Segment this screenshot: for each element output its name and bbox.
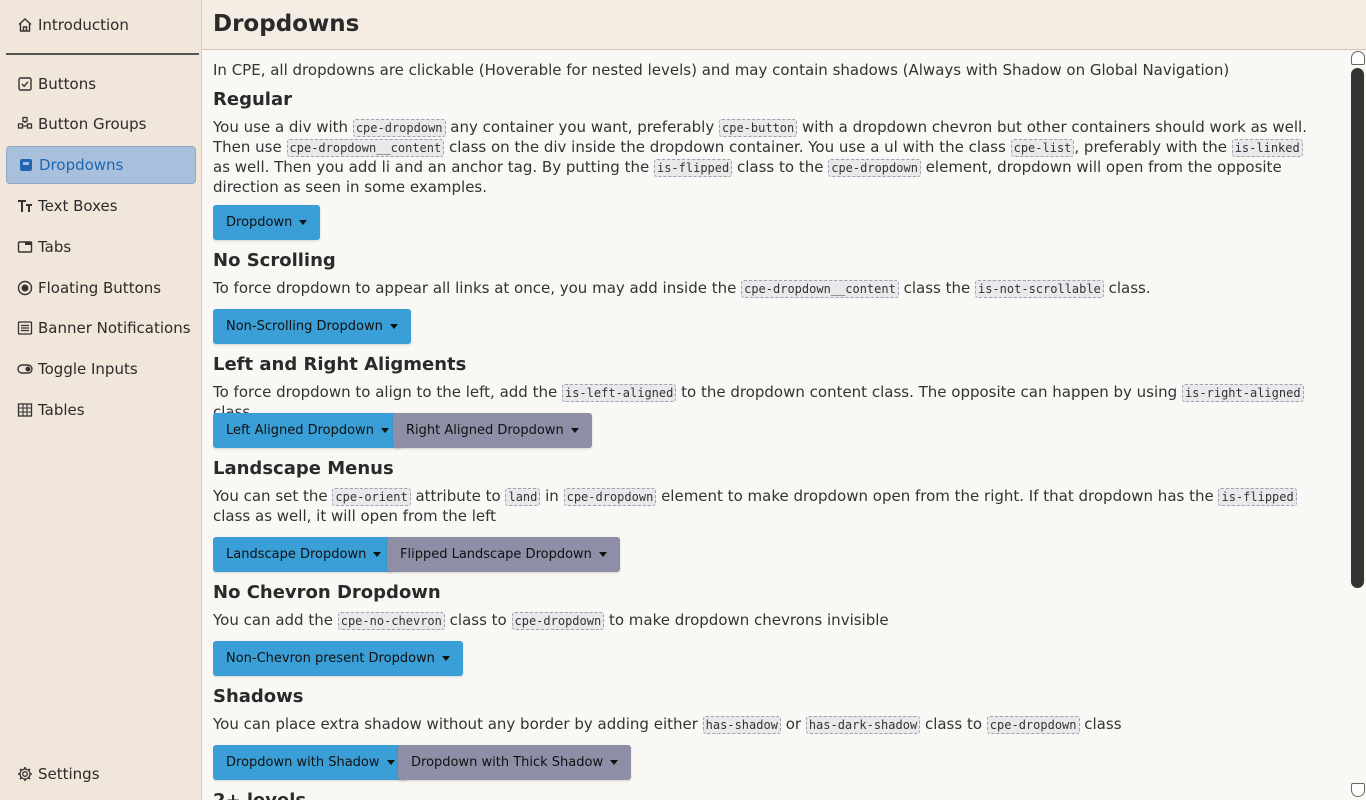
radio-icon: [16, 279, 34, 297]
chevron-down-icon: [373, 552, 382, 557]
home-icon: [16, 16, 34, 34]
dropdown-button[interactable]: Dropdown: [213, 205, 321, 240]
non-chevron-dropdown-button[interactable]: Non-Chevron present Dropdown: [213, 641, 463, 676]
landscape-description: You can set the cpe-orient attribute to …: [213, 487, 1323, 526]
sidebar-item-tables[interactable]: Tables: [6, 391, 196, 429]
table-icon: [16, 401, 34, 419]
chevron-down-icon: [610, 760, 619, 765]
chevron-down-icon: [441, 656, 450, 661]
sidebar-divider: [6, 53, 199, 55]
sidebar-item-label: Settings: [38, 765, 100, 783]
sidebar-item-label: Dropdowns: [39, 156, 124, 174]
sidebar-item-label: Buttons: [38, 75, 97, 93]
sidebar-item-label: Button Groups: [38, 115, 147, 133]
landscape-dropdown-button[interactable]: Landscape Dropdown: [213, 537, 395, 572]
sidebar-item-tabs[interactable]: Tabs: [6, 228, 196, 266]
section-title-shadows: Shadows: [213, 686, 304, 707]
sidebar-item-introduction[interactable]: Introduction: [6, 6, 196, 44]
sidebar-item-label: Introduction: [38, 16, 129, 34]
sidebar-item-buttons[interactable]: Buttons: [6, 65, 196, 103]
checkbox-icon: [16, 75, 34, 93]
section-title-alignments: Left and Right Aligments: [213, 354, 467, 375]
section-title-no-scrolling: No Scrolling: [213, 250, 336, 271]
sidebar-item-label: Toggle Inputs: [38, 360, 138, 378]
sidebar-item-text-boxes[interactable]: Text Boxes: [6, 187, 196, 225]
no-chevron-description: You can add the cpe-no-chevron class to …: [213, 611, 889, 630]
chevron-down-icon: [299, 220, 308, 225]
chevron-down-icon: [389, 324, 398, 329]
square-icon: [17, 156, 35, 174]
sidebar-item-settings[interactable]: Settings: [6, 755, 196, 793]
right-aligned-dropdown-button[interactable]: Right Aligned Dropdown: [393, 413, 592, 448]
dropdown-with-thick-shadow-button[interactable]: Dropdown with Thick Shadow: [398, 745, 632, 780]
list-icon: [16, 319, 34, 337]
page-header: Dropdowns: [202, 0, 1366, 50]
sidebar-item-label: Text Boxes: [38, 197, 118, 215]
flipped-landscape-dropdown-button[interactable]: Flipped Landscape Dropdown: [387, 537, 620, 572]
sidebar-item-label: Banner Notifications: [38, 319, 191, 337]
chevron-down-icon: [386, 760, 395, 765]
sidebar: Introduction Buttons Button Groups Dropd…: [0, 0, 202, 800]
sidebar-item-label: Tabs: [38, 238, 72, 256]
shadows-description: You can place extra shadow without any b…: [213, 715, 1122, 734]
scrollbar-thumb[interactable]: [1351, 68, 1364, 588]
gear-icon: [16, 765, 34, 783]
sidebar-item-dropdowns[interactable]: Dropdowns: [6, 146, 196, 184]
no-scrolling-description: To force dropdown to appear all links at…: [213, 279, 1151, 298]
left-aligned-dropdown-button[interactable]: Left Aligned Dropdown: [213, 413, 402, 448]
dropdown-with-shadow-button[interactable]: Dropdown with Shadow: [213, 745, 408, 780]
nodes-icon: [16, 115, 34, 133]
chevron-down-icon: [598, 552, 607, 557]
text-icon: [16, 197, 34, 215]
page-title: Dropdowns: [213, 11, 360, 37]
main-content: In CPE, all dropdowns are clickable (Hov…: [213, 50, 1341, 800]
sidebar-item-label: Tables: [38, 401, 85, 419]
chevron-down-icon: [570, 428, 579, 433]
toggle-icon: [16, 360, 34, 378]
non-scrolling-dropdown-button[interactable]: Non-Scrolling Dropdown: [213, 309, 411, 344]
section-title-no-chevron: No Chevron Dropdown: [213, 582, 441, 603]
sidebar-item-toggle-inputs[interactable]: Toggle Inputs: [6, 350, 196, 388]
sidebar-item-floating-buttons[interactable]: Floating Buttons: [6, 269, 196, 307]
window-icon: [16, 238, 34, 256]
chevron-down-icon: [380, 428, 389, 433]
scroll-up-arrow[interactable]: [1351, 51, 1365, 65]
section-title-regular: Regular: [213, 89, 292, 110]
sidebar-item-label: Floating Buttons: [38, 279, 162, 297]
section-title-levels: 2+ levels: [213, 790, 306, 800]
section-title-landscape: Landscape Menus: [213, 458, 394, 479]
sidebar-item-banner-notifications[interactable]: Banner Notifications: [6, 309, 196, 347]
scroll-down-arrow[interactable]: [1351, 783, 1365, 797]
intro-text: In CPE, all dropdowns are clickable (Hov…: [213, 61, 1230, 79]
regular-description: You use a div with cpe-dropdown any cont…: [213, 118, 1307, 196]
sidebar-item-button-groups[interactable]: Button Groups: [6, 105, 196, 143]
